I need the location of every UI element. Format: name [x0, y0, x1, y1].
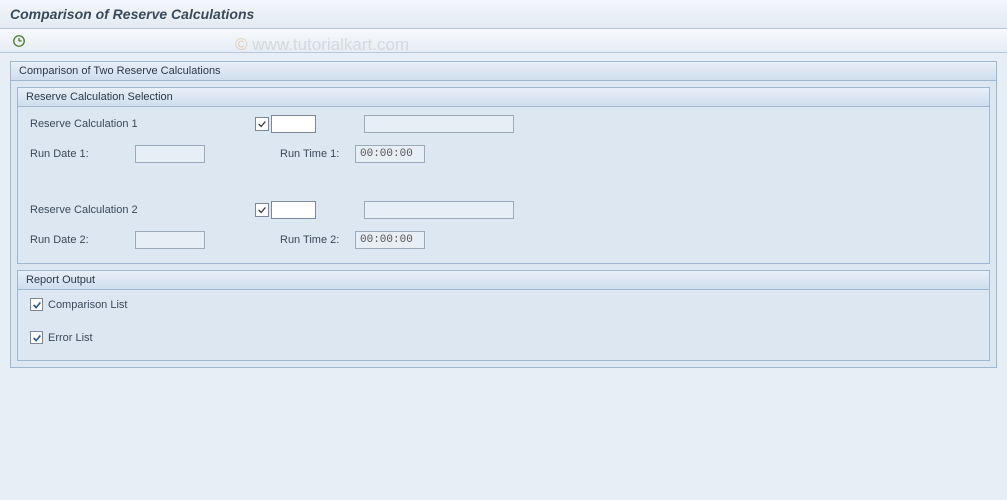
content-area: Comparison of Two Reserve Calculations R…	[0, 53, 1007, 382]
page-title: Comparison of Reserve Calculations	[10, 6, 997, 22]
error-list-checkbox[interactable]	[30, 331, 43, 344]
error-list-label: Error List	[48, 332, 93, 344]
title-bar: Comparison of Reserve Calculations	[0, 0, 1007, 29]
calc1-label: Reserve Calculation 1	[30, 118, 255, 130]
runtime1-value: 00:00:00	[355, 145, 425, 163]
comparison-list-row: Comparison List	[30, 298, 977, 311]
calc1-row: Reserve Calculation 1	[30, 115, 977, 133]
check-icon	[257, 205, 267, 215]
rundate1-input	[135, 145, 205, 163]
calc1-indicator[interactable]	[255, 117, 269, 131]
selection-group-title: Reserve Calculation Selection	[18, 88, 989, 107]
clock-icon	[12, 34, 26, 48]
runtime2-label: Run Time 2:	[280, 234, 355, 246]
date2-row: Run Date 2: Run Time 2: 00:00:00	[30, 231, 977, 249]
rundate2-input	[135, 231, 205, 249]
date1-row: Run Date 1: Run Time 1: 00:00:00	[30, 145, 977, 163]
check-icon	[257, 119, 267, 129]
output-group-title: Report Output	[18, 271, 989, 290]
comparison-list-checkbox[interactable]	[30, 298, 43, 311]
execute-button[interactable]	[10, 32, 28, 50]
error-list-row: Error List	[30, 331, 977, 344]
calc2-indicator[interactable]	[255, 203, 269, 217]
selection-group: Reserve Calculation Selection Reserve Ca…	[17, 87, 990, 264]
rundate1-label: Run Date 1:	[30, 148, 135, 160]
runtime1-label: Run Time 1:	[280, 148, 355, 160]
runtime2-value: 00:00:00	[355, 231, 425, 249]
output-group: Report Output Comparison List	[17, 270, 990, 361]
calc1-desc	[364, 115, 514, 133]
calc1-input[interactable]	[271, 115, 316, 133]
comparison-group: Comparison of Two Reserve Calculations R…	[10, 61, 997, 368]
calc2-row: Reserve Calculation 2	[30, 201, 977, 219]
check-icon	[32, 333, 42, 343]
comparison-list-label: Comparison List	[48, 299, 127, 311]
comparison-group-title: Comparison of Two Reserve Calculations	[11, 62, 996, 81]
calc2-label: Reserve Calculation 2	[30, 204, 255, 216]
toolbar	[0, 29, 1007, 53]
calc2-input[interactable]	[271, 201, 316, 219]
rundate2-label: Run Date 2:	[30, 234, 135, 246]
check-icon	[32, 300, 42, 310]
calc2-desc	[364, 201, 514, 219]
